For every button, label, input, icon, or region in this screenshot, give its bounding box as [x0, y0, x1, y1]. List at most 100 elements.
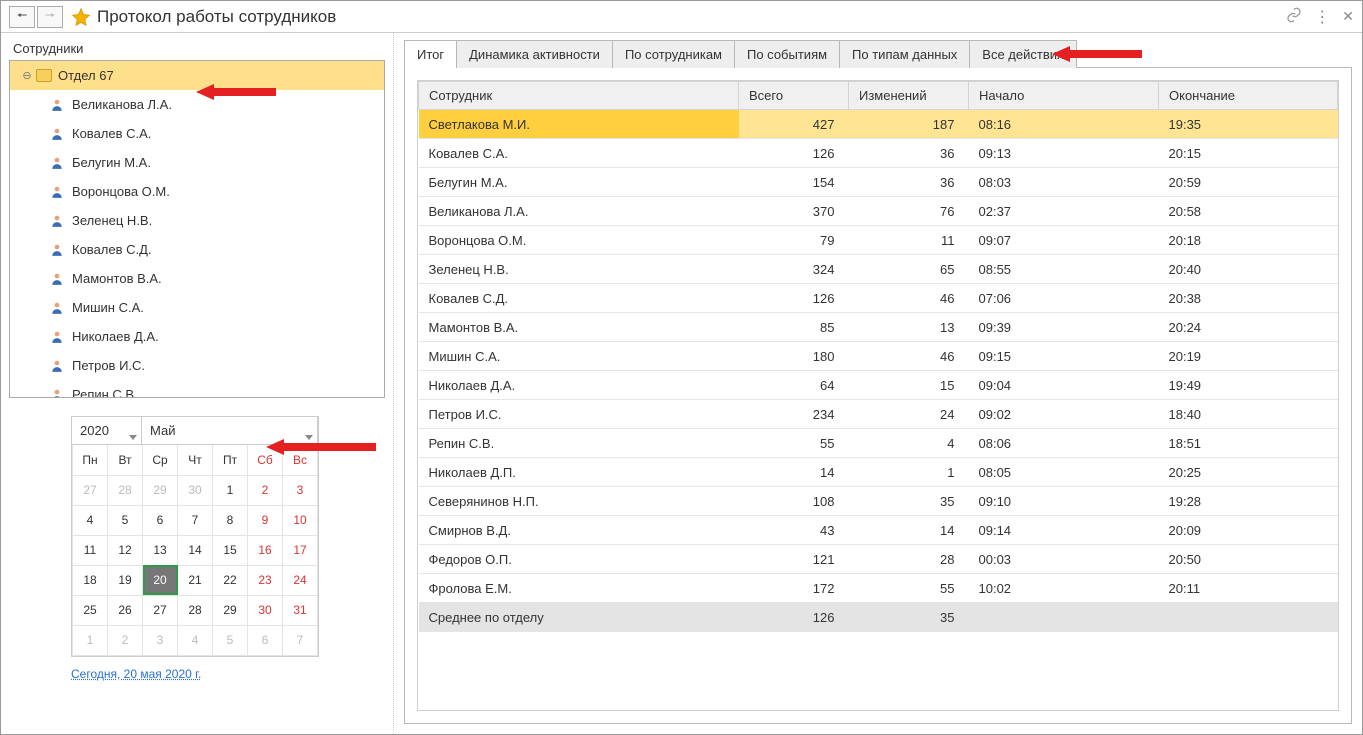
table-row[interactable]: Смирнов В.Д.431409:1420:09 [419, 516, 1338, 545]
calendar-day[interactable]: 28 [178, 595, 213, 625]
table-header[interactable]: Сотрудник [419, 82, 739, 110]
calendar-day[interactable]: 22 [213, 565, 248, 595]
calendar-day[interactable]: 18 [73, 565, 108, 595]
calendar-day[interactable]: 3 [283, 475, 318, 505]
table-row[interactable]: Ковалев С.Д.1264607:0620:38 [419, 284, 1338, 313]
calendar-day[interactable]: 7 [283, 625, 318, 655]
calendar-day[interactable]: 15 [213, 535, 248, 565]
folder-icon [36, 69, 52, 82]
calendar-day[interactable]: 10 [283, 505, 318, 535]
table-row[interactable]: Ковалев С.А.1263609:1320:15 [419, 139, 1338, 168]
calendar-day[interactable]: 2 [248, 475, 283, 505]
calendar-day[interactable]: 29 [143, 475, 178, 505]
tab-4[interactable]: По типам данных [839, 40, 970, 68]
tab-2[interactable]: По сотрудникам [612, 40, 735, 68]
calendar-day[interactable]: 7 [178, 505, 213, 535]
tree-employee[interactable]: Ковалев С.Д. [10, 235, 384, 264]
table-row[interactable]: Николаев Д.А.641509:0419:49 [419, 371, 1338, 400]
favorite-star-icon[interactable] [71, 7, 91, 27]
calendar-day[interactable]: 28 [108, 475, 143, 505]
calendar-day[interactable]: 6 [248, 625, 283, 655]
calendar-month-select[interactable]: Май [142, 417, 318, 445]
calendar-day[interactable]: 21 [178, 565, 213, 595]
table-header[interactable]: Изменений [849, 82, 969, 110]
nav-back-button[interactable]: 🠔 [9, 6, 35, 28]
calendar-day[interactable]: 4 [73, 505, 108, 535]
more-menu-icon[interactable]: ⋮ [1314, 7, 1330, 27]
tree-department[interactable]: ⊖ Отдел 67 [10, 61, 384, 90]
tree-employee[interactable]: Мишин С.А. [10, 293, 384, 322]
table-row[interactable]: Светлакова М.И.42718708:1619:35 [419, 110, 1338, 139]
table-header[interactable]: Всего [739, 82, 849, 110]
tab-3[interactable]: По событиям [734, 40, 840, 68]
calendar-day[interactable]: 5 [213, 625, 248, 655]
calendar-today-link[interactable]: Сегодня, 20 мая 2020 г. [71, 667, 385, 681]
collapse-icon[interactable]: ⊖ [20, 69, 34, 82]
calendar-day[interactable]: 4 [178, 625, 213, 655]
table-row[interactable]: Мишин С.А.1804609:1520:19 [419, 342, 1338, 371]
calendar-day[interactable]: 5 [108, 505, 143, 535]
calendar-day[interactable]: 27 [143, 595, 178, 625]
tree-employee[interactable]: Воронцова О.М. [10, 177, 384, 206]
calendar-day[interactable]: 8 [213, 505, 248, 535]
table-row[interactable]: Зеленец Н.В.3246508:5520:40 [419, 255, 1338, 284]
tree-employee[interactable]: Белугин М.А. [10, 148, 384, 177]
calendar-day[interactable]: 11 [73, 535, 108, 565]
link-icon[interactable] [1286, 7, 1302, 26]
calendar-day[interactable]: 30 [178, 475, 213, 505]
calendar-day[interactable]: 12 [108, 535, 143, 565]
close-icon[interactable]: ✕ [1342, 8, 1354, 25]
calendar-day[interactable]: 26 [108, 595, 143, 625]
calendar-year-select[interactable]: 2020 [72, 417, 142, 445]
tree-employee[interactable]: Зеленец Н.В. [10, 206, 384, 235]
calendar-day[interactable]: 2 [108, 625, 143, 655]
tab-0[interactable]: Итог [404, 40, 457, 68]
table-row[interactable]: Николаев Д.П.14108:0520:25 [419, 458, 1338, 487]
tab-5[interactable]: Все действия [969, 40, 1077, 68]
calendar-day[interactable]: 30 [248, 595, 283, 625]
calendar-day[interactable]: 9 [248, 505, 283, 535]
tree-employee[interactable]: Мамонтов В.А. [10, 264, 384, 293]
calendar-grid[interactable]: ПнВтСрЧтПтСбВс 2728293012345678910111213… [72, 445, 318, 656]
tree-employee[interactable]: Великанова Л.А. [10, 90, 384, 119]
calendar-day[interactable]: 24 [283, 565, 318, 595]
tree-employee[interactable]: Николаев Д.А. [10, 322, 384, 351]
person-icon [50, 127, 64, 141]
calendar-day[interactable]: 6 [143, 505, 178, 535]
calendar-day[interactable]: 20 [143, 565, 178, 595]
employee-tree[interactable]: ⊖ Отдел 67 Великанова Л.А.Ковалев С.А.Бе… [9, 60, 385, 398]
tab-1[interactable]: Динамика активности [456, 40, 613, 68]
table-row[interactable]: Фролова Е.М.1725510:0220:11 [419, 574, 1338, 603]
report-table[interactable]: СотрудникВсегоИзмененийНачалоОкончание С… [418, 81, 1338, 632]
tree-employee[interactable]: Репин С.В. [10, 380, 384, 398]
table-row[interactable]: Федоров О.П.1212800:0320:50 [419, 545, 1338, 574]
calendar-day[interactable]: 27 [73, 475, 108, 505]
table-row[interactable]: Воронцова О.М.791109:0720:18 [419, 226, 1338, 255]
calendar-day[interactable]: 3 [143, 625, 178, 655]
tree-employee[interactable]: Петров И.С. [10, 351, 384, 380]
tree-department-label: Отдел 67 [58, 68, 114, 83]
calendar-day[interactable]: 16 [248, 535, 283, 565]
table-row[interactable]: Петров И.С.2342409:0218:40 [419, 400, 1338, 429]
table-row[interactable]: Мамонтов В.А.851309:3920:24 [419, 313, 1338, 342]
calendar[interactable]: 2020 Май ПнВтСрЧтПтСбВс 2728293012345678… [71, 416, 319, 657]
person-icon [50, 98, 64, 112]
calendar-day[interactable]: 1 [73, 625, 108, 655]
calendar-day[interactable]: 31 [283, 595, 318, 625]
calendar-day[interactable]: 17 [283, 535, 318, 565]
calendar-day[interactable]: 29 [213, 595, 248, 625]
calendar-day[interactable]: 1 [213, 475, 248, 505]
table-row[interactable]: Великанова Л.А.3707602:3720:58 [419, 197, 1338, 226]
tree-employee-name: Мамонтов В.А. [72, 271, 162, 286]
table-header[interactable]: Окончание [1159, 82, 1338, 110]
calendar-day[interactable]: 14 [178, 535, 213, 565]
table-header[interactable]: Начало [969, 82, 1159, 110]
table-row[interactable]: Репин С.В.55408:0618:51 [419, 429, 1338, 458]
calendar-day[interactable]: 25 [73, 595, 108, 625]
tree-employee[interactable]: Ковалев С.А. [10, 119, 384, 148]
calendar-day[interactable]: 19 [108, 565, 143, 595]
table-row[interactable]: Северянинов Н.П.1083509:1019:28 [419, 487, 1338, 516]
table-row[interactable]: Белугин М.А.1543608:0320:59 [419, 168, 1338, 197]
calendar-day[interactable]: 23 [248, 565, 283, 595]
calendar-day[interactable]: 13 [143, 535, 178, 565]
